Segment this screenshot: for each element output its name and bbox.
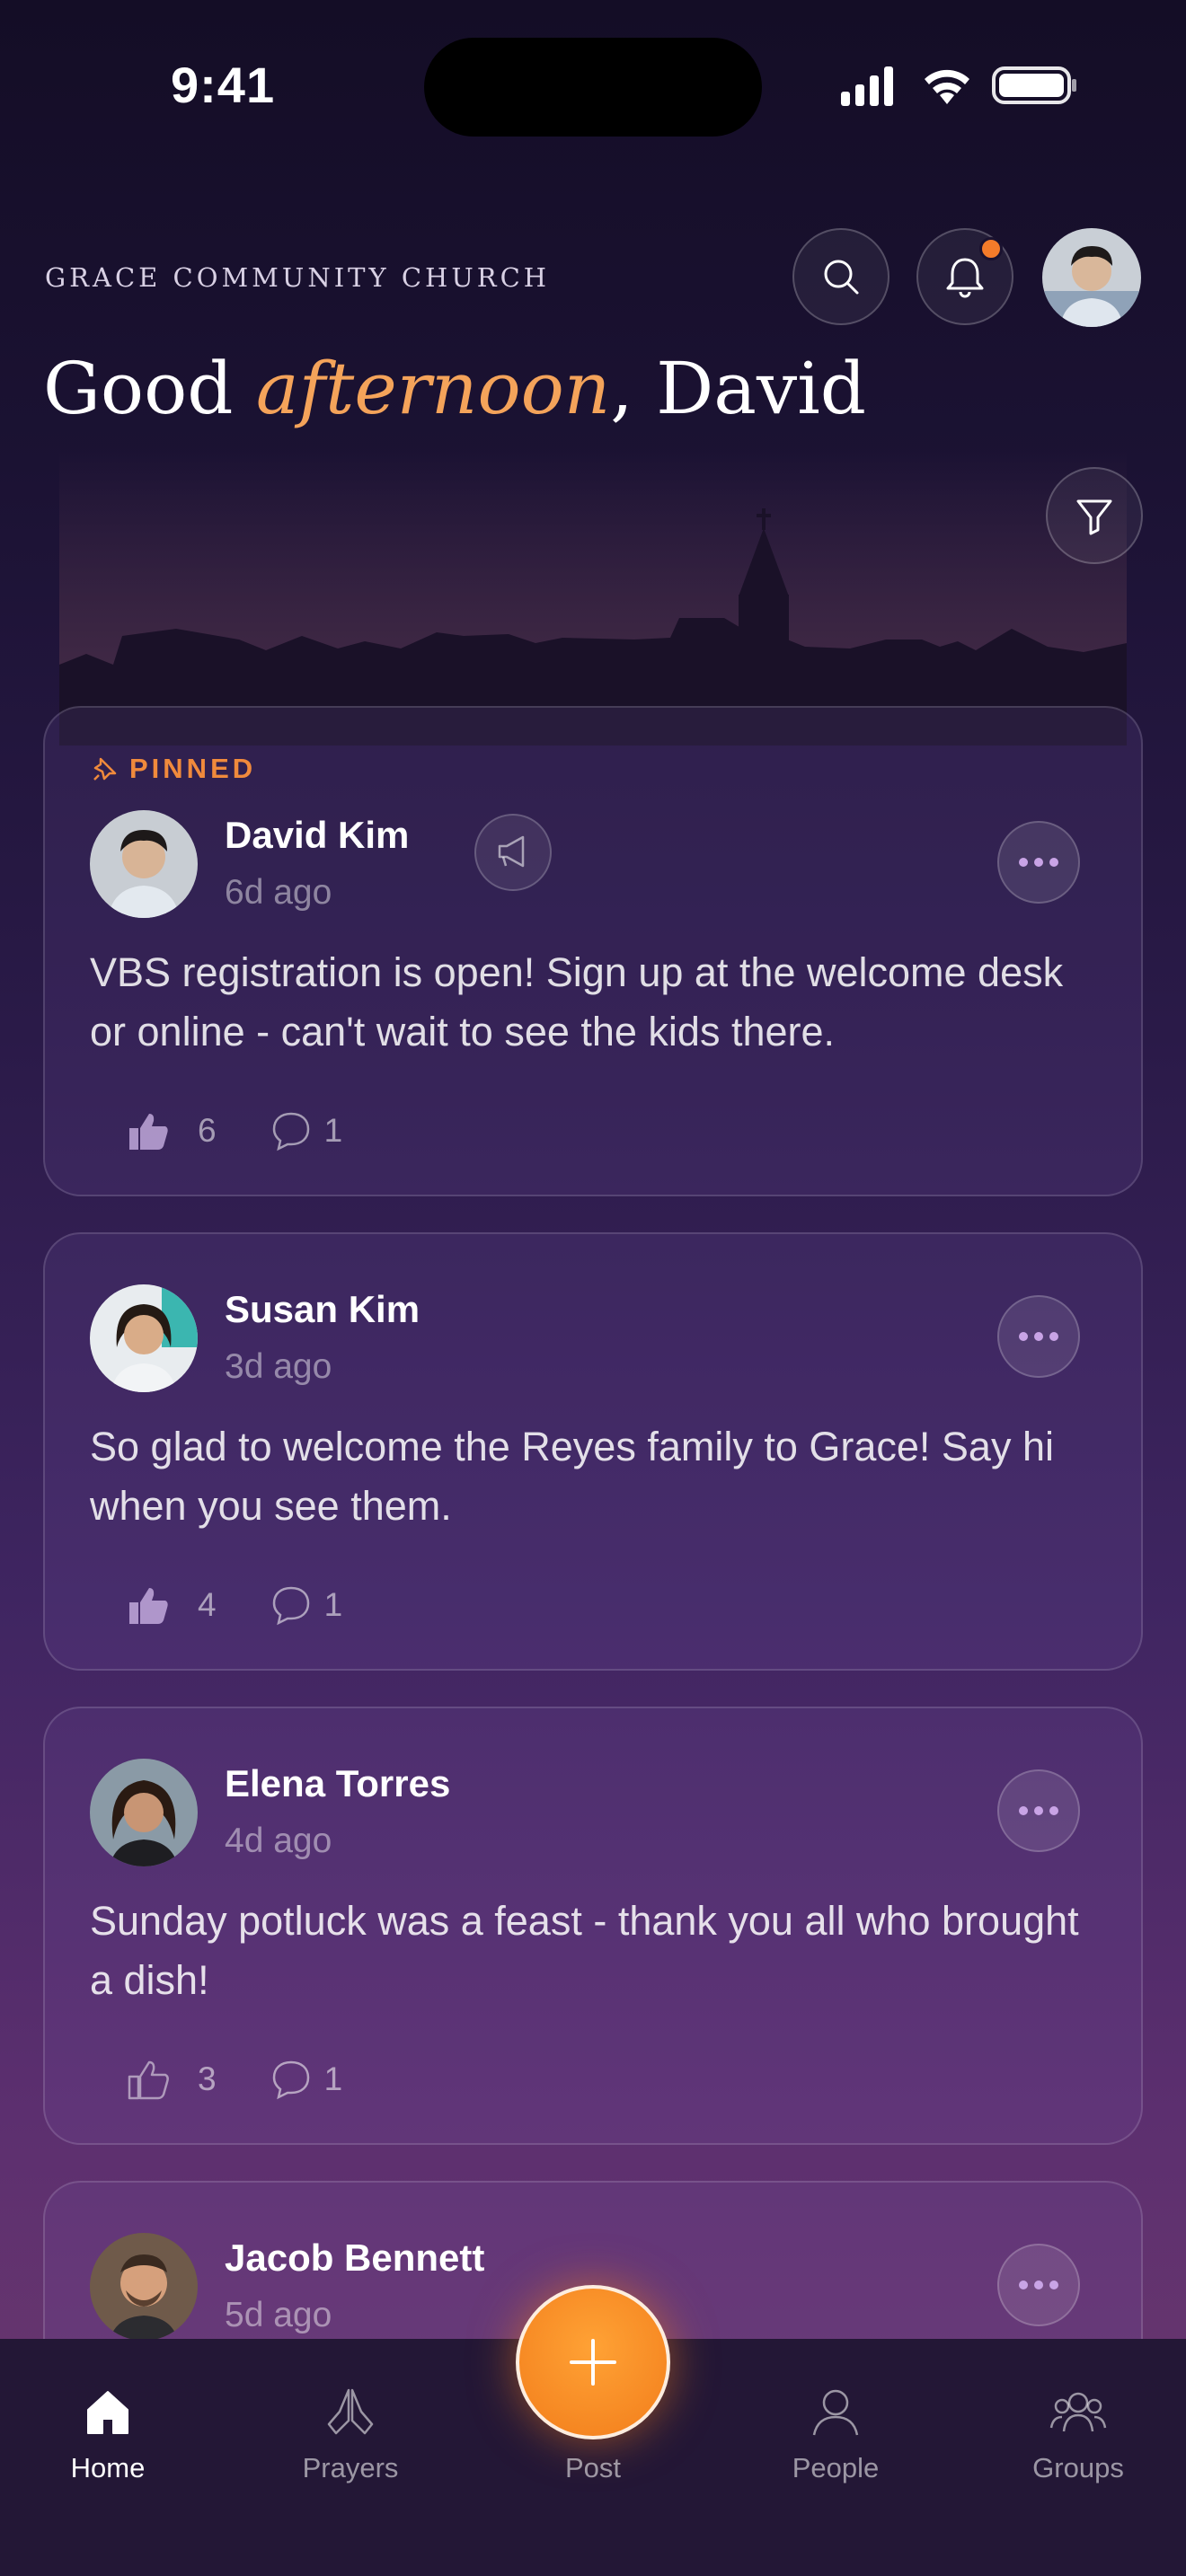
post-body: So glad to welcome the Reyes family to G… bbox=[90, 1424, 1054, 1529]
author-name[interactable]: Elena Torres bbox=[225, 1762, 450, 1805]
announcement-badge bbox=[474, 814, 552, 891]
greeting-prefix: Good bbox=[43, 347, 256, 430]
battery-icon bbox=[992, 66, 1076, 104]
more-options-button[interactable] bbox=[997, 1295, 1080, 1378]
status-time: 9:41 bbox=[171, 57, 276, 113]
church-name: GRACE COMMUNITY CHURCH bbox=[45, 262, 551, 293]
post-card[interactable]: Elena Torres 4d ago Sunday potluck was a… bbox=[43, 1707, 1143, 2145]
pinned-indicator: PINNED bbox=[92, 753, 256, 785]
post-stats: 6 1 bbox=[126, 1110, 342, 1151]
post-time: 5d ago bbox=[225, 2296, 332, 2334]
search-button[interactable] bbox=[792, 228, 890, 325]
thumbs-up-icon[interactable] bbox=[126, 1584, 171, 1626]
avatar[interactable] bbox=[90, 810, 198, 918]
pin-icon bbox=[93, 757, 117, 781]
nav-groups[interactable]: Groups bbox=[988, 2380, 1168, 2484]
post-time: 6d ago bbox=[225, 873, 332, 912]
notification-badge bbox=[979, 237, 1003, 260]
plus-icon bbox=[570, 2339, 616, 2386]
more-options-button[interactable] bbox=[997, 821, 1080, 904]
filter-button[interactable] bbox=[1046, 467, 1143, 564]
greeting: Good afternoon, David bbox=[43, 347, 866, 430]
post-body: VBS registration is open! Sign up at the… bbox=[90, 949, 1064, 1054]
post-stats: 4 1 bbox=[126, 1584, 342, 1626]
more-options-button[interactable] bbox=[997, 2244, 1080, 2326]
home-icon bbox=[87, 2391, 128, 2434]
nav-people-label: People bbox=[792, 2452, 880, 2483]
status-icons bbox=[839, 63, 1078, 108]
signal-icon bbox=[841, 66, 893, 106]
avatar[interactable] bbox=[90, 1759, 198, 1866]
nav-post-label: Post bbox=[564, 2452, 622, 2483]
thumbs-up-icon[interactable] bbox=[126, 1110, 171, 1151]
comment-icon[interactable] bbox=[270, 1584, 312, 1626]
post-body: Sunday potluck was a feast - thank you a… bbox=[90, 1898, 1079, 2003]
new-post-button[interactable] bbox=[516, 2285, 670, 2439]
nav-prayers-label: Prayers bbox=[302, 2452, 399, 2483]
comment-count: 1 bbox=[323, 1586, 343, 1623]
person-icon bbox=[812, 2389, 859, 2436]
bell-icon bbox=[946, 258, 984, 298]
nav-groups-label: Groups bbox=[1032, 2452, 1124, 2483]
dynamic-island bbox=[424, 38, 762, 137]
nav-home[interactable]: Home bbox=[18, 2380, 198, 2484]
like-count: 3 bbox=[198, 2060, 217, 2097]
nav-people[interactable]: People bbox=[746, 2380, 925, 2484]
pinned-label: PINNED bbox=[129, 753, 257, 784]
profile-avatar[interactable] bbox=[1042, 228, 1141, 327]
post-card[interactable]: Susan Kim 3d ago So glad to welcome the … bbox=[43, 1232, 1143, 1671]
nav-prayers[interactable]: Prayers bbox=[261, 2380, 440, 2484]
filter-icon bbox=[1076, 499, 1112, 535]
post-time: 4d ago bbox=[225, 1822, 332, 1860]
avatar[interactable] bbox=[90, 1284, 198, 1392]
praying-hands-icon bbox=[327, 2388, 374, 2435]
search-icon bbox=[824, 260, 859, 295]
church-skyline-illustration bbox=[59, 449, 1127, 745]
thumbs-up-outline-icon[interactable] bbox=[126, 2059, 171, 2100]
comment-count: 1 bbox=[323, 2060, 343, 2097]
comment-icon[interactable] bbox=[270, 2059, 312, 2100]
avatar[interactable] bbox=[90, 2233, 198, 2341]
post-card[interactable]: PINNED David Kim 6d ago VBS registration… bbox=[43, 706, 1143, 1196]
greeting-suffix: , David bbox=[610, 347, 866, 430]
author-name[interactable]: Jacob Bennett bbox=[225, 2236, 484, 2280]
wifi-icon bbox=[925, 69, 969, 104]
megaphone-icon bbox=[498, 835, 525, 868]
greeting-emphasis: afternoon bbox=[255, 347, 611, 430]
author-name[interactable]: David Kim bbox=[225, 814, 409, 857]
more-options-button[interactable] bbox=[997, 1769, 1080, 1852]
like-count: 4 bbox=[198, 1586, 217, 1623]
post-stats: 3 1 bbox=[126, 2059, 342, 2100]
comment-count: 1 bbox=[323, 1112, 343, 1149]
comment-icon[interactable] bbox=[270, 1110, 312, 1151]
nav-home-label: Home bbox=[70, 2452, 146, 2483]
author-name[interactable]: Susan Kim bbox=[225, 1288, 420, 1331]
post-time: 3d ago bbox=[225, 1347, 332, 1386]
like-count: 6 bbox=[198, 1112, 217, 1149]
group-icon bbox=[1049, 2392, 1107, 2432]
